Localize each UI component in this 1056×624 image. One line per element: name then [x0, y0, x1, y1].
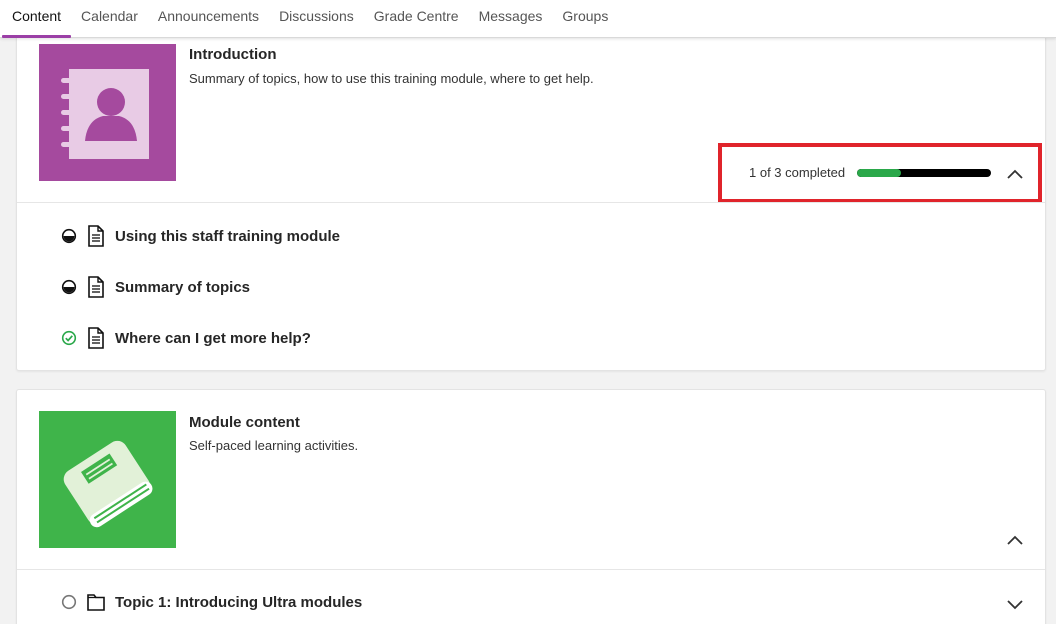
module-thumbnail[interactable]	[39, 44, 176, 181]
progress-highlight: 1 of 3 completed	[718, 143, 1042, 203]
learning-module-introduction: Introduction Summary of topics, how to u…	[16, 20, 1046, 371]
list-item[interactable]: Using this staff training module	[61, 224, 340, 248]
module-thumbnail[interactable]	[39, 411, 176, 548]
chevron-up-icon[interactable]	[1005, 533, 1025, 547]
divider	[17, 569, 1045, 570]
document-icon	[88, 276, 104, 298]
chevron-up-icon[interactable]	[1005, 167, 1025, 181]
not-started-icon	[61, 594, 77, 610]
progress-bar	[857, 169, 991, 177]
tab-groups[interactable]: Groups	[552, 0, 618, 38]
item-label[interactable]: Using this staff training module	[115, 228, 340, 245]
in-progress-icon	[61, 279, 77, 295]
divider	[17, 202, 1045, 203]
completed-check-icon	[61, 330, 77, 346]
list-item[interactable]: Summary of topics	[61, 275, 250, 299]
item-label[interactable]: Where can I get more help?	[115, 330, 311, 347]
module-title[interactable]: Module content	[189, 414, 300, 431]
list-item[interactable]: Topic 1: Introducing Ultra modules	[61, 590, 362, 614]
chevron-down-icon[interactable]	[1005, 598, 1025, 612]
module-description: Self-paced learning activities.	[189, 438, 359, 453]
contact-book-icon	[61, 69, 149, 159]
learning-module-content: Module content Self-paced learning activ…	[16, 389, 1046, 624]
module-title[interactable]: Introduction	[189, 46, 276, 63]
folder-icon	[87, 594, 105, 611]
module-description: Summary of topics, how to use this train…	[189, 71, 594, 86]
tab-calendar[interactable]: Calendar	[71, 0, 148, 38]
list-item[interactable]: Where can I get more help?	[61, 326, 311, 350]
progress-fill	[857, 169, 902, 177]
document-icon	[88, 225, 104, 247]
book-icon	[63, 440, 153, 528]
tab-discussions[interactable]: Discussions	[269, 0, 364, 38]
tab-grade-centre[interactable]: Grade Centre	[364, 0, 469, 38]
document-icon	[88, 327, 104, 349]
tab-messages[interactable]: Messages	[469, 0, 553, 38]
tab-announcements[interactable]: Announcements	[148, 0, 269, 38]
in-progress-icon	[61, 228, 77, 244]
progress-text: 1 of 3 completed	[749, 165, 846, 180]
item-label[interactable]: Summary of topics	[115, 279, 250, 296]
course-nav: Content Calendar Announcements Discussio…	[0, 0, 1056, 38]
tab-content[interactable]: Content	[2, 0, 72, 38]
item-label[interactable]: Topic 1: Introducing Ultra modules	[115, 594, 362, 611]
